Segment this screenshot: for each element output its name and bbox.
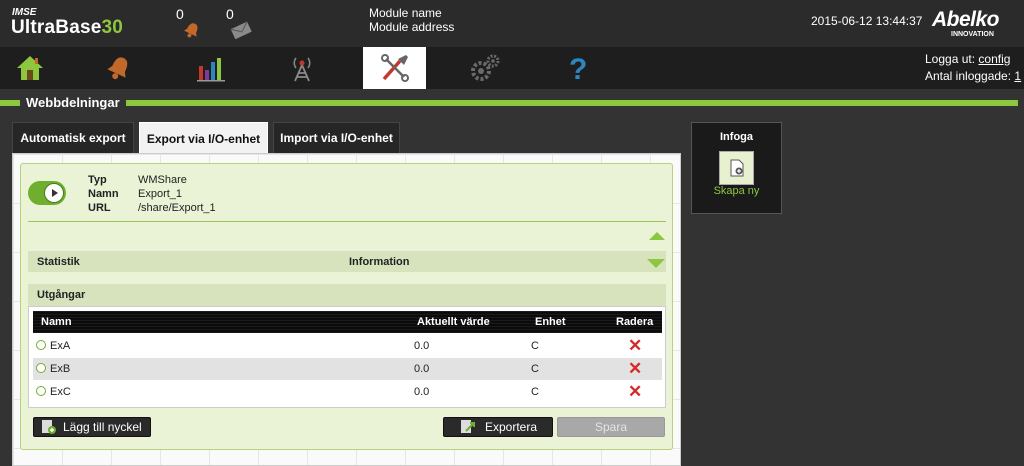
url-value: /share/Export_1 <box>138 202 216 214</box>
export-enable-toggle[interactable] <box>28 181 66 205</box>
row-radio[interactable] <box>36 386 46 396</box>
tools-icon <box>380 54 409 82</box>
nav-charts[interactable] <box>181 47 241 89</box>
home-icon <box>17 56 43 80</box>
nav-alarms[interactable] <box>89 47 149 89</box>
tab-export-io[interactable]: Export via I/O-enhet <box>139 122 268 155</box>
alarm-count: 0 <box>176 6 184 22</box>
envelope-icon[interactable] <box>229 20 253 40</box>
outputs-label: Utgångar <box>37 289 86 301</box>
tab-automatic-export[interactable]: Automatisk export <box>12 122 134 153</box>
export-document-icon <box>461 420 475 433</box>
nav-home[interactable] <box>0 47 60 89</box>
gears-icon <box>471 54 500 81</box>
information-label: Information <box>349 256 410 268</box>
export-label: Exportera <box>485 420 538 434</box>
row-value: 0.0 <box>414 363 430 375</box>
create-new-label[interactable]: Skapa ny <box>691 185 782 197</box>
logout-user-link[interactable]: config <box>978 52 1010 66</box>
export-button[interactable]: Exportera <box>443 417 553 437</box>
table-header: Namn Aktuellt värde Enhet Radera <box>33 311 662 333</box>
row-unit: C <box>531 363 539 375</box>
section-bar <box>0 100 1018 106</box>
new-document-icon <box>730 159 743 177</box>
create-new-button[interactable] <box>719 151 754 185</box>
url-label: URL <box>88 202 111 214</box>
row-unit: C <box>531 340 539 352</box>
delete-icon[interactable]: ✕ <box>628 336 642 356</box>
insert-title: Infoga <box>720 131 753 143</box>
table-row[interactable]: ExC 0.0 C ✕ <box>33 381 662 403</box>
add-document-icon <box>42 420 56 434</box>
add-key-button[interactable]: Lägg till nyckel <box>33 417 151 437</box>
antenna-icon <box>293 57 311 82</box>
nav-settings[interactable] <box>455 47 515 89</box>
module-address: Module address <box>369 20 455 34</box>
row-name: ExB <box>50 363 71 375</box>
row-value: 0.0 <box>414 340 430 352</box>
logout-label: Logga ut: <box>925 52 976 66</box>
help-icon: ? <box>569 53 587 83</box>
tab-import-io[interactable]: Import via I/O-enhet <box>273 122 400 153</box>
card-divider <box>28 221 666 222</box>
company-logo: Abelko <box>932 8 1000 31</box>
main-nav: ? Logga ut: config Antal inloggade: 1 <box>0 47 1024 89</box>
logout-line: Logga ut: config <box>925 52 1010 66</box>
play-icon <box>44 183 64 203</box>
col-name-header: Namn <box>41 316 72 328</box>
logged-in-line: Antal inloggade: 1 <box>925 69 1021 83</box>
brand-number: 30 <box>101 17 124 38</box>
top-header: IMSE UltraBase30 0 0 Module name Module … <box>0 0 1024 47</box>
collapse-up-icon[interactable] <box>649 232 665 240</box>
col-delete-header: Radera <box>616 316 654 328</box>
expand-down-icon[interactable] <box>647 259 665 268</box>
type-value: WMShare <box>138 174 187 186</box>
row-radio[interactable] <box>36 340 46 350</box>
col-value-header: Aktuellt värde <box>417 316 490 328</box>
section-title: Webbdelningar <box>20 94 126 112</box>
bar-chart-icon <box>197 58 225 82</box>
alarm-bell-icon[interactable] <box>181 21 203 39</box>
name-value: Export_1 <box>138 188 183 200</box>
row-unit: C <box>531 386 539 398</box>
delete-icon[interactable]: ✕ <box>628 359 642 379</box>
table-row[interactable]: ExA 0.0 C ✕ <box>33 335 662 357</box>
outputs-bar <box>28 284 666 306</box>
brand-name: UltraBase30 <box>11 17 123 39</box>
delete-icon[interactable]: ✕ <box>628 382 642 402</box>
table-row[interactable]: ExB 0.0 C ✕ <box>33 358 662 380</box>
name-label: Namn <box>88 188 119 200</box>
statistics-label: Statistik <box>37 256 80 268</box>
row-name: ExA <box>50 340 71 352</box>
date-time: 2015-06-12 13:44:37 <box>811 14 923 28</box>
statistics-bar[interactable] <box>28 251 666 272</box>
add-key-label: Lägg till nyckel <box>63 420 142 434</box>
row-radio[interactable] <box>36 363 46 373</box>
module-name: Module name <box>369 6 442 20</box>
alarm-bell-icon <box>107 57 128 80</box>
logged-in-label: Antal inloggade: <box>925 69 1012 83</box>
type-label: Typ <box>88 174 107 186</box>
svg-text:?: ? <box>569 53 587 83</box>
save-button[interactable]: Spara <box>557 417 665 437</box>
row-name: ExC <box>50 386 71 398</box>
brand-name-text: UltraBase <box>11 17 102 38</box>
nav-tools[interactable] <box>363 47 426 89</box>
nav-help[interactable]: ? <box>548 47 608 89</box>
col-unit-header: Enhet <box>535 316 566 328</box>
row-value: 0.0 <box>414 386 430 398</box>
company-logo-tagline: INNOVATION <box>951 31 994 38</box>
logged-in-count-link[interactable]: 1 <box>1014 69 1021 83</box>
nav-communication[interactable] <box>272 47 332 89</box>
